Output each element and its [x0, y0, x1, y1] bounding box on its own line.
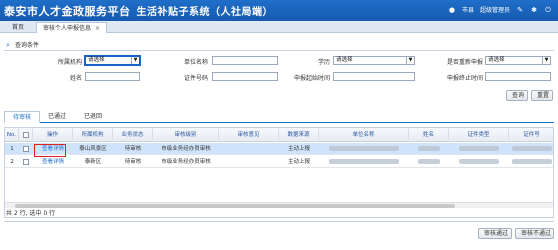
row-opinion: [219, 156, 279, 168]
row-idtype-redacted: [449, 143, 509, 155]
row-idno-redacted: [509, 156, 553, 168]
end-time-input[interactable]: [485, 72, 551, 81]
col-idno: 证件号: [509, 128, 553, 142]
row-no: 2: [10, 159, 14, 165]
col-no: No.: [5, 128, 19, 142]
table-row[interactable]: 1 查看详情 泰山风景区 待审核 市级业务经办员审核 主动上报: [5, 143, 553, 155]
row-level: 市级业务经办员审核: [161, 159, 211, 165]
end-time-label: 申报终止时间: [446, 75, 483, 82]
col-source: 数据来源: [279, 128, 319, 142]
select-all-checkbox[interactable]: [22, 131, 29, 138]
data-grid: No. 操作 所属机构 业务状态 审核级别 审核意见 数据来源 单位名称 姓名 …: [4, 127, 554, 218]
query-section-title: 查询条件: [15, 42, 40, 49]
col-status: 业务状态: [113, 128, 153, 142]
tab-bar: 首页 审核个人申报信息 ×: [0, 21, 558, 33]
query-button[interactable]: 查询: [506, 90, 528, 101]
row-name-redacted: [409, 156, 449, 168]
org-select[interactable]: 请选择 ▼: [84, 55, 141, 66]
reject-button[interactable]: 审核不通过: [515, 228, 554, 239]
unit-label: 单位名称: [183, 59, 208, 66]
query-section-header: ⌕ 查询条件: [4, 40, 40, 50]
start-time-input[interactable]: [333, 72, 415, 81]
top-bar: 泰安市人才金政服务平台 生活补贴子系统（人社局端） ● 市县 超级管理员 ✎ ✱ …: [0, 0, 558, 21]
row-status: 待审核: [124, 146, 142, 152]
row-checkbox-box[interactable]: [23, 145, 29, 152]
user-region: 市县: [461, 7, 474, 14]
unit-input[interactable]: [212, 56, 278, 65]
highlight-box: [34, 144, 66, 157]
col-action: 操作: [33, 128, 73, 142]
start-time-label: 申报起始时间: [293, 75, 330, 82]
chevron-down-icon: ▼: [542, 57, 550, 64]
grid-header: No. 操作 所属机构 业务状态 审核级别 审核意见 数据来源 单位名称 姓名 …: [5, 128, 553, 142]
app-subtitle: 生活补贴子系统（人社局端）: [136, 7, 273, 18]
divider: [4, 221, 554, 222]
user-name[interactable]: 超级管理员: [480, 5, 510, 14]
close-icon[interactable]: ×: [95, 25, 100, 32]
reapply-label: 是否重新申报: [446, 59, 483, 66]
search-icon: ⌕: [6, 40, 10, 49]
reapply-select-value: 请选择: [488, 57, 505, 63]
row-idtype-redacted: [449, 156, 509, 168]
top-tools: ● 市县 超级管理员 ✎ ✱ ⏻: [448, 5, 552, 15]
status-tabs: 待审核 已通过 已退回: [4, 109, 554, 123]
col-level: 审核级别: [153, 128, 219, 142]
row-idno-redacted: [509, 143, 553, 155]
col-unit: 单位名称: [319, 128, 409, 142]
power-icon[interactable]: ⏻: [544, 6, 552, 14]
row-source: 主动上报: [287, 146, 310, 152]
tab-home[interactable]: 首页: [6, 22, 30, 33]
settings-icon[interactable]: ✱: [530, 6, 538, 14]
row-count-text: 共 2 行, 选中 0 行: [6, 210, 56, 217]
name-label: 姓名: [69, 75, 82, 82]
col-opinion: 审核意见: [219, 128, 279, 142]
row-org: 泰新区: [84, 159, 102, 165]
idno-input[interactable]: [212, 72, 278, 81]
col-org: 所属机构: [73, 128, 113, 142]
divider: [4, 50, 554, 51]
edu-label: 学历: [317, 59, 330, 66]
row-name-redacted: [409, 143, 449, 155]
idno-label: 证件号码: [183, 75, 208, 82]
edu-select[interactable]: 请选择 ▼: [333, 56, 415, 65]
row-status: 待审核: [124, 159, 142, 165]
row-org: 泰山风景区: [79, 146, 107, 152]
row-level: 市级业务经办员审核: [161, 146, 211, 152]
reset-button[interactable]: 重置: [531, 90, 553, 101]
scrollbar-thumb[interactable]: [15, 204, 455, 208]
edu-select-value: 请选择: [336, 57, 353, 63]
row-checkbox[interactable]: [19, 156, 33, 168]
edit-icon[interactable]: ✎: [516, 6, 524, 14]
table-row[interactable]: 2 查看详情 泰新区 待审核 市级业务经办员审核 主动上报: [5, 156, 553, 168]
app-title-text: 泰安市人才金政服务平台: [4, 5, 131, 18]
org-label: 所属机构: [57, 59, 82, 66]
chevron-down-icon: ▼: [131, 57, 139, 64]
row-opinion: [219, 143, 279, 155]
row-unit-redacted: [319, 143, 409, 155]
chevron-down-icon: ▼: [406, 57, 414, 64]
app-title: 泰安市人才金政服务平台 生活补贴子系统（人社局端）: [4, 3, 273, 19]
row-source: 主动上报: [287, 159, 310, 165]
col-name: 姓名: [409, 128, 449, 142]
tab-review-label: 审核个人申报信息: [43, 25, 92, 32]
tab-returned[interactable]: 已退回: [76, 111, 110, 123]
tab-pending[interactable]: 待审核: [4, 111, 41, 123]
name-input[interactable]: [85, 72, 140, 81]
approve-button[interactable]: 审核通过: [478, 228, 512, 239]
col-checkbox[interactable]: [19, 128, 33, 142]
reapply-select[interactable]: 请选择 ▼: [485, 56, 551, 65]
row-checkbox[interactable]: [19, 143, 33, 155]
user-icon: ●: [448, 5, 456, 14]
tab-review-personal[interactable]: 审核个人申报信息 ×: [36, 22, 108, 33]
row-unit-redacted: [319, 156, 409, 168]
view-details-link[interactable]: 查看详情: [33, 156, 73, 168]
tab-approved[interactable]: 已通过: [40, 111, 74, 123]
horizontal-scrollbar[interactable]: [5, 202, 553, 208]
row-no: 1: [10, 146, 14, 152]
row-checkbox-box[interactable]: [23, 158, 29, 165]
col-idtype: 证件类型: [449, 128, 509, 142]
org-select-value: 请选择: [88, 57, 105, 63]
